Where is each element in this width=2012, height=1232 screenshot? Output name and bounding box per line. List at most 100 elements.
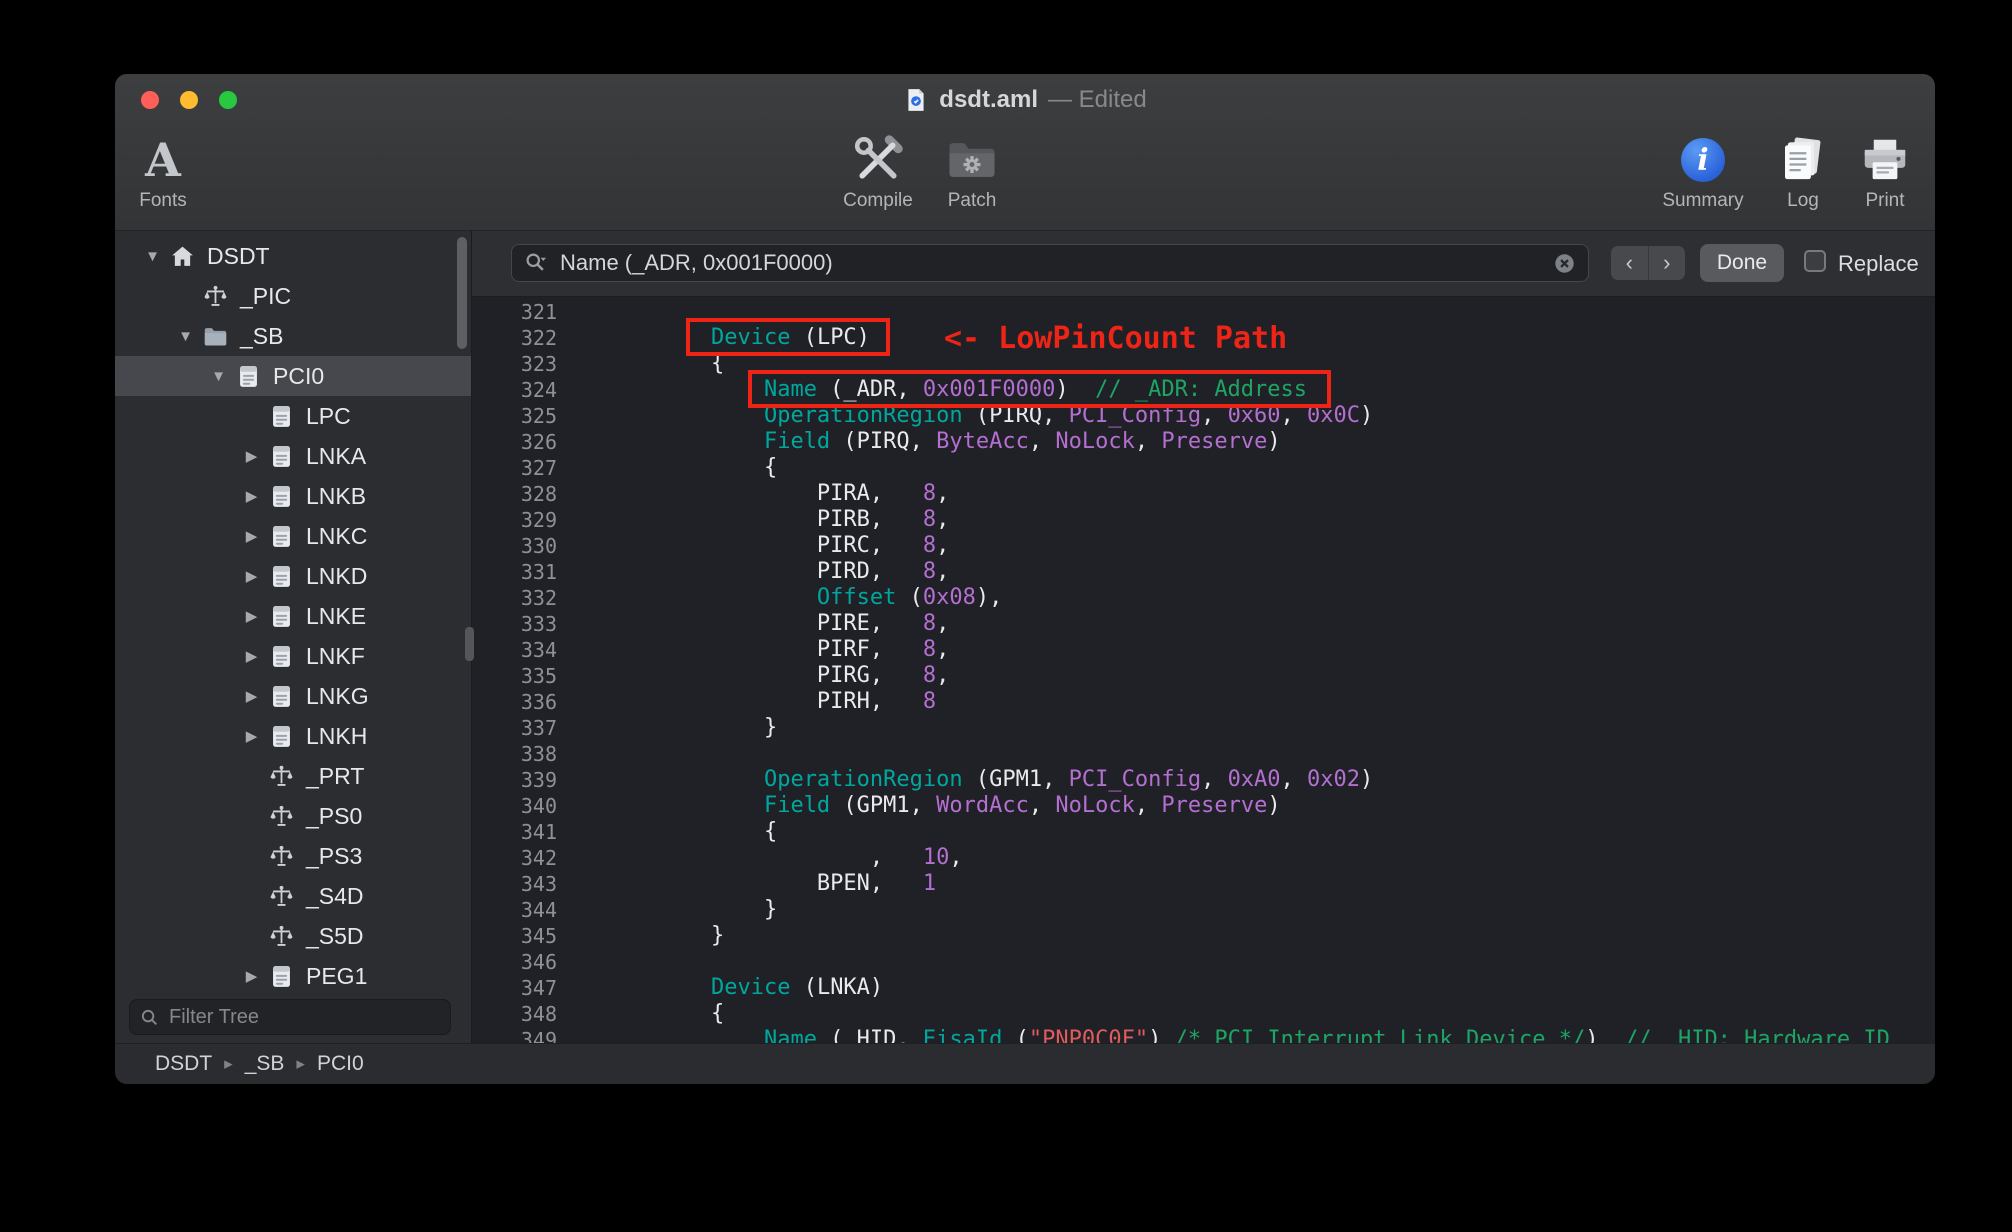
- tree-item-LNKB[interactable]: ▶ LNKB: [115, 476, 471, 516]
- line-code: PIRF, 8,: [605, 637, 950, 662]
- method-icon: [202, 283, 238, 310]
- next-match-button[interactable]: ›: [1649, 246, 1686, 280]
- disclosure-triangle-icon[interactable]: ▶: [235, 487, 268, 505]
- method-icon: [268, 883, 304, 910]
- disclosure-triangle-icon[interactable]: ▼: [202, 368, 235, 385]
- line-number: 347: [520, 976, 557, 1000]
- disclosure-triangle-icon[interactable]: ▶: [235, 567, 268, 585]
- search-menu-icon[interactable]: [524, 251, 548, 275]
- tree-item-label: LNKH: [306, 722, 368, 749]
- tree-item-DSDT[interactable]: ▼ DSDT: [115, 236, 471, 276]
- line-code: PIRC, 8,: [605, 533, 950, 558]
- code-line: 326 Field (PIRQ, ByteAcc, NoLock, Preser…: [472, 429, 1935, 455]
- device-icon: [268, 683, 304, 710]
- tree-item-label: _PS0: [306, 802, 363, 829]
- tree-item-LNKC[interactable]: ▶ LNKC: [115, 516, 471, 556]
- code-editor[interactable]: 321 322 Device (LPC) 323 {324 Name (_ADR, …: [472, 297, 1935, 1043]
- disclosure-triangle-icon[interactable]: ▼: [136, 248, 169, 265]
- disclosure-triangle-icon[interactable]: ▶: [235, 527, 268, 545]
- minimize-button[interactable]: [180, 91, 198, 109]
- disclosure-triangle-icon[interactable]: ▶: [235, 647, 268, 665]
- tree-item-label: LNKA: [306, 442, 367, 469]
- line-code: PIRE, 8,: [605, 611, 950, 636]
- tree-item-label: _S4D: [306, 882, 364, 909]
- disclosure-triangle-icon[interactable]: ▶: [235, 727, 268, 745]
- tree-item-LPC[interactable]: LPC: [115, 396, 471, 436]
- previous-match-button[interactable]: ‹: [1611, 246, 1649, 280]
- edited-indicator: — Edited: [1047, 86, 1147, 113]
- code-line: 334 PIRF, 8,: [472, 637, 1935, 663]
- device-icon: [268, 403, 304, 430]
- editor-pane: ‹ › Done Replace 321322 Device (LPC)323 …: [472, 231, 1935, 1043]
- breadcrumb-separator: ▸: [224, 1054, 233, 1073]
- tree-item-_PIC[interactable]: _PIC: [115, 276, 471, 316]
- tree-item-_PRT[interactable]: _PRT: [115, 756, 471, 796]
- tree-item-LNKA[interactable]: ▶ LNKA: [115, 436, 471, 476]
- app-window: dsdt.aml — Edited A Fonts Compile Patch …: [115, 74, 1935, 1084]
- line-number: 343: [520, 872, 557, 896]
- close-button[interactable]: [141, 91, 159, 109]
- line-code: {: [605, 455, 778, 480]
- tree-item-label: _SB: [240, 322, 284, 349]
- tree-item-_S5D[interactable]: _S5D: [115, 916, 471, 956]
- device-icon: [268, 643, 304, 670]
- tree-item-_S4D[interactable]: _S4D: [115, 876, 471, 916]
- replace-checkbox[interactable]: [1804, 250, 1826, 272]
- tree-item-LNKE[interactable]: ▶ LNKE: [115, 596, 471, 636]
- print-button[interactable]: Print: [1835, 130, 1935, 212]
- line-number: 342: [520, 846, 557, 870]
- patch-label: Patch: [947, 190, 997, 211]
- method-icon: [268, 803, 304, 830]
- filter-tree-input[interactable]: [167, 1004, 440, 1030]
- line-code: OperationRegion (GPM1, PCI_Config, 0xA0,…: [763, 767, 1374, 792]
- document-title: dsdt.aml: [939, 86, 1038, 113]
- tree-item-label: PCI0: [273, 362, 325, 389]
- breadcrumb-item-PCI0[interactable]: PCI0: [317, 1052, 364, 1076]
- compile-button[interactable]: Compile: [828, 130, 928, 212]
- code-line: 337 }: [472, 715, 1935, 741]
- disclosure-triangle-icon[interactable]: ▶: [235, 967, 268, 985]
- tree-item-label: LNKB: [306, 482, 367, 509]
- tree-item-_PS3[interactable]: _PS3: [115, 836, 471, 876]
- tree-item-LNKD[interactable]: ▶ LNKD: [115, 556, 471, 596]
- tree-item-LNKH[interactable]: ▶ LNKH: [115, 716, 471, 756]
- info-icon: i: [1681, 138, 1725, 182]
- line-code: BPEN, 1: [605, 871, 937, 896]
- disclosure-triangle-icon[interactable]: ▶: [235, 607, 268, 625]
- line-number: 349: [520, 1028, 557, 1043]
- code-line: 325 OperationRegion (PIRQ, PCI_Config, 0…: [472, 403, 1935, 429]
- line-number: 346: [520, 950, 557, 974]
- disclosure-triangle-icon[interactable]: ▶: [235, 687, 268, 705]
- line-number: 330: [520, 534, 557, 558]
- summary-button[interactable]: i Summary: [1653, 130, 1753, 212]
- tree-item-_SB[interactable]: ▼ _SB: [115, 316, 471, 356]
- sidebar-scrollbar-thumb[interactable]: [457, 237, 467, 349]
- method-icon: [268, 843, 304, 870]
- pane-splitter-handle[interactable]: [465, 627, 474, 661]
- breadcrumb-item-DSDT[interactable]: DSDT: [155, 1052, 212, 1076]
- titlebar: dsdt.aml — Edited: [115, 74, 1935, 126]
- breadcrumb-item-_SB[interactable]: _SB: [245, 1052, 285, 1076]
- tree-item-LNKG[interactable]: ▶ LNKG: [115, 676, 471, 716]
- code-line: 345 }: [472, 923, 1935, 949]
- code-line: 343 BPEN, 1: [472, 871, 1935, 897]
- disclosure-triangle-icon[interactable]: ▶: [235, 447, 268, 465]
- disclosure-triangle-icon[interactable]: ▼: [169, 328, 202, 345]
- clear-search-icon[interactable]: [1553, 252, 1576, 275]
- tree-item-_PS0[interactable]: _PS0: [115, 796, 471, 836]
- zoom-button[interactable]: [219, 91, 237, 109]
- traffic-lights: [141, 74, 237, 126]
- line-number: 322: [520, 326, 557, 350]
- tree-item-PEG1[interactable]: ▶ PEG1: [115, 956, 471, 996]
- patch-button[interactable]: Patch: [922, 130, 1022, 212]
- line-number: 324: [520, 378, 557, 402]
- tree-item-PCI0[interactable]: ▼ PCI0: [115, 356, 471, 396]
- search-input[interactable]: [558, 249, 1543, 277]
- tree-item-LNKF[interactable]: ▶ LNKF: [115, 636, 471, 676]
- line-number: 323: [520, 352, 557, 376]
- done-button[interactable]: Done: [1700, 244, 1784, 282]
- line-code: Name (_HID, EisaId ("PNP0C0F") /* PCI In…: [763, 1027, 1890, 1043]
- fonts-button[interactable]: A Fonts: [115, 130, 211, 212]
- code-line: 342 , 10,: [472, 845, 1935, 871]
- device-icon: [268, 483, 304, 510]
